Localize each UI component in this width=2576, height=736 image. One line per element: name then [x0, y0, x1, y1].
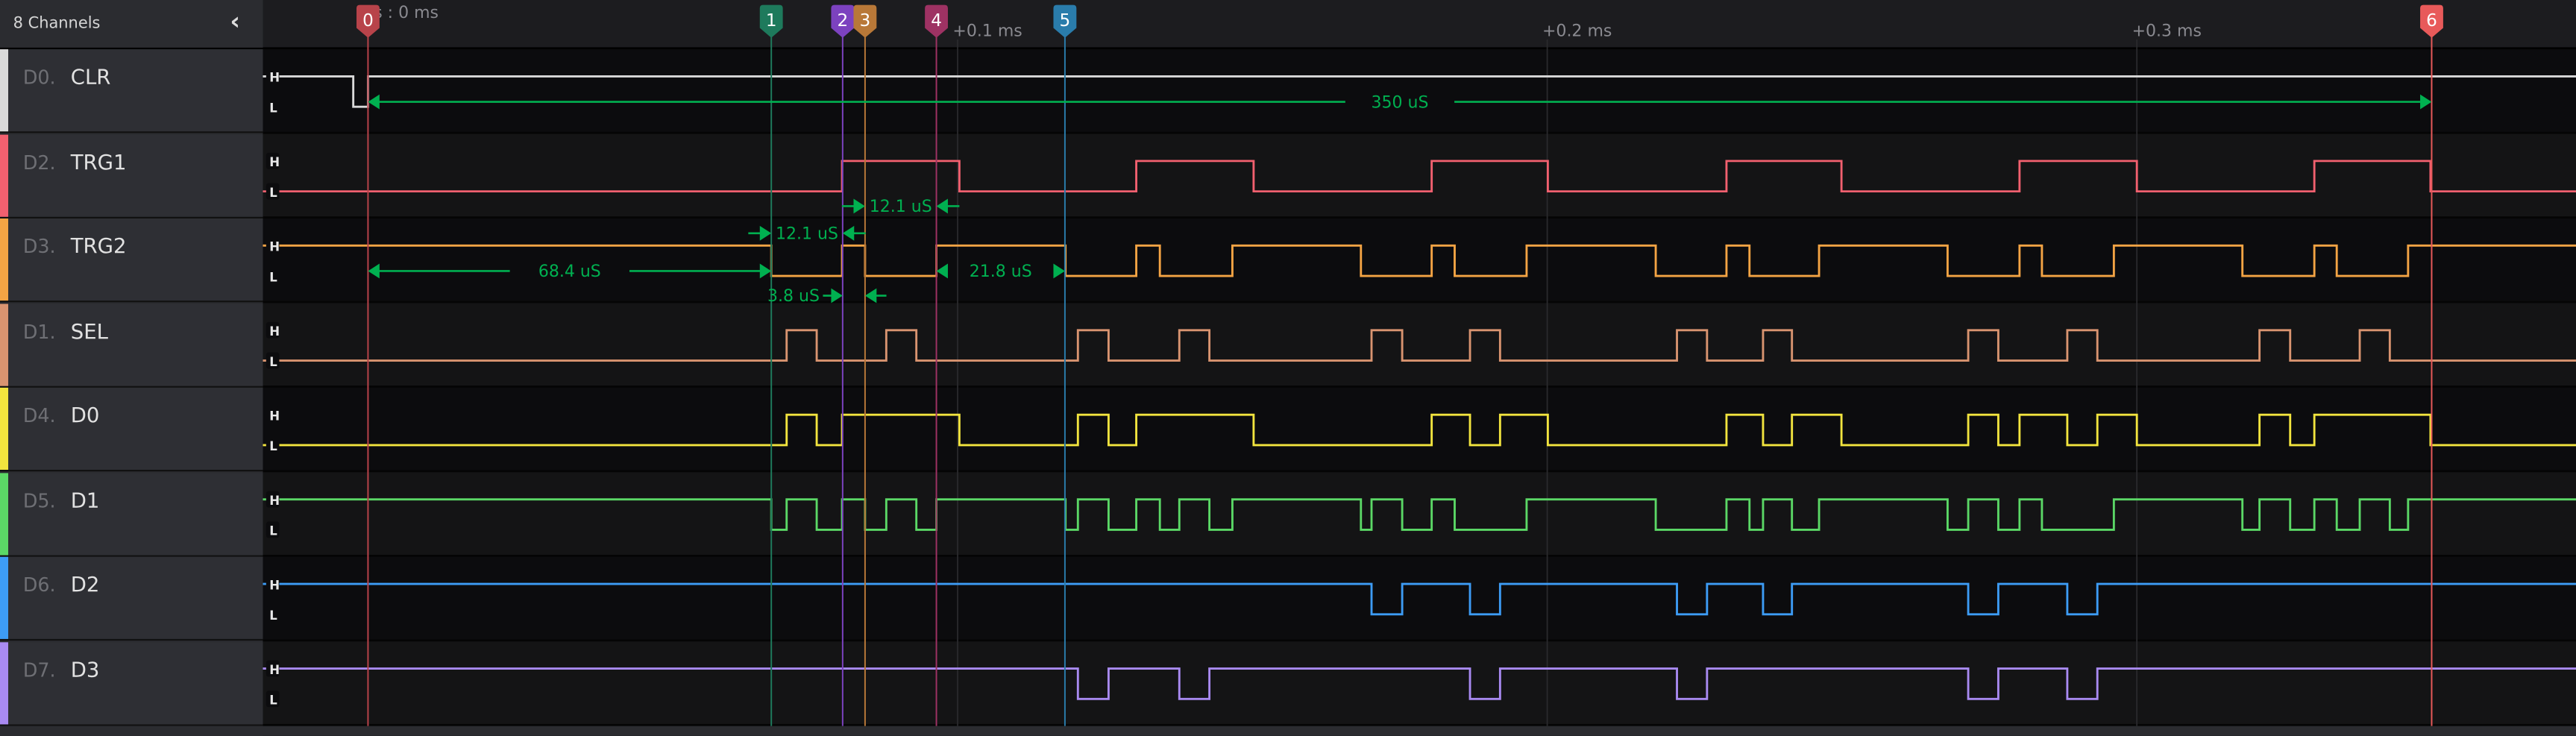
channel-lane	[263, 641, 2576, 726]
channel-name[interactable]: SEL	[71, 318, 108, 342]
channel-color-strip	[0, 556, 9, 639]
measurement-label: 12.1 uS	[776, 225, 838, 244]
channel-color-strip	[0, 303, 9, 386]
low-level-label: L	[269, 270, 277, 284]
channel-sidebar: 8 Channels ‹ D0. CLR D2. TRG1 D3. TRG2 D1. S…	[0, 0, 263, 736]
low-level-label: L	[269, 524, 277, 538]
marker-label: 3	[860, 11, 871, 31]
channel-lane	[263, 218, 2576, 303]
time-label: +0.1 ms	[952, 22, 1022, 40]
timeline-header	[263, 0, 2576, 50]
channel-lane	[263, 472, 2576, 557]
channel-lane	[263, 49, 2576, 134]
measurement-label: 68.4 uS	[538, 262, 601, 281]
low-level-label: L	[269, 355, 277, 369]
channel-lane	[263, 387, 2576, 473]
time-label: +0.3 ms	[2132, 22, 2202, 40]
marker-label: 4	[931, 11, 942, 31]
channel-name[interactable]: CLR	[71, 64, 111, 89]
waveform-plot[interactable]: 0 s : 0 ms+0.1 ms +0.2 ms +0.3 msHLHLHLHLH…	[0, 0, 2576, 736]
low-level-label: L	[269, 608, 277, 623]
sidebar-header: 8 Channels ‹	[0, 0, 263, 50]
logic-analyzer-window: 0 s : 0 ms +0.1 ms +0.2 ms +0.3 ms H L H L H L H L H…	[0, 0, 2576, 736]
channel-id: D0.	[22, 66, 56, 89]
chevron-left-icon[interactable]: ‹	[230, 7, 240, 37]
low-level-label: L	[269, 439, 277, 453]
time-label: +0.2 ms	[1542, 22, 1612, 40]
channel-id: D6.	[22, 573, 56, 597]
channel-color-strip	[0, 49, 9, 132]
channel-color-strip	[0, 387, 9, 471]
channel-id: D4.	[22, 403, 56, 427]
channel-name[interactable]: TRG1	[71, 148, 127, 173]
channel-count-title: 8 Channels	[13, 14, 101, 34]
low-level-label: L	[269, 101, 277, 115]
channel-name[interactable]: D2	[71, 572, 100, 597]
high-level-label: H	[269, 324, 280, 339]
marker-label: 2	[837, 11, 848, 31]
channel-row-d7[interactable]: D7. D3	[0, 641, 263, 726]
high-level-label: H	[269, 494, 280, 508]
channel-row-d3[interactable]: D3. TRG2	[0, 218, 263, 303]
high-level-label: H	[269, 240, 280, 254]
channel-lane	[263, 133, 2576, 218]
marker-label: 6	[2426, 11, 2437, 31]
bottom-scrollbar-strip[interactable]	[0, 726, 2576, 736]
high-level-label: H	[269, 663, 280, 677]
channel-id: D3.	[22, 235, 56, 258]
measurement-label: 12.1 uS	[870, 198, 932, 216]
marker-label: 0	[362, 11, 374, 31]
channel-color-strip	[0, 472, 9, 555]
channel-lane	[263, 556, 2576, 642]
channel-row-d5[interactable]: D5. D1	[0, 472, 263, 556]
channel-color-strip	[0, 218, 9, 301]
high-level-label: H	[269, 71, 280, 85]
channel-row-d6[interactable]: D6. D2	[0, 556, 263, 641]
measurement-label: 21.8 uS	[970, 262, 1032, 281]
high-level-label: H	[269, 155, 280, 169]
measurement-label: 350 uS	[1371, 93, 1428, 112]
channel-name[interactable]: D0	[71, 403, 100, 427]
channel-color-strip	[0, 641, 9, 724]
high-level-label: H	[269, 409, 280, 423]
marker-label: 1	[766, 11, 777, 31]
channel-lane	[263, 303, 2576, 388]
channel-id: D2.	[22, 150, 56, 174]
low-level-label: L	[269, 186, 277, 200]
channel-color-strip	[0, 133, 9, 216]
channel-row-d1[interactable]: D1. SEL	[0, 303, 263, 387]
channel-name[interactable]: TRG2	[71, 233, 127, 258]
channel-name[interactable]: D1	[71, 487, 100, 512]
high-level-label: H	[269, 578, 280, 592]
channel-id: D1.	[22, 319, 56, 343]
channel-row-d2[interactable]: D2. TRG1	[0, 133, 263, 218]
channel-id: D5.	[22, 488, 56, 512]
low-level-label: L	[269, 693, 277, 708]
channel-row-d4[interactable]: D4. D0	[0, 387, 263, 472]
channel-row-d0[interactable]: D0. CLR	[0, 49, 263, 133]
measurement-label: 3.8 uS	[767, 287, 820, 306]
channel-name[interactable]: D3	[71, 656, 100, 681]
marker-label: 5	[1060, 11, 1071, 31]
channel-id: D7.	[22, 658, 56, 682]
